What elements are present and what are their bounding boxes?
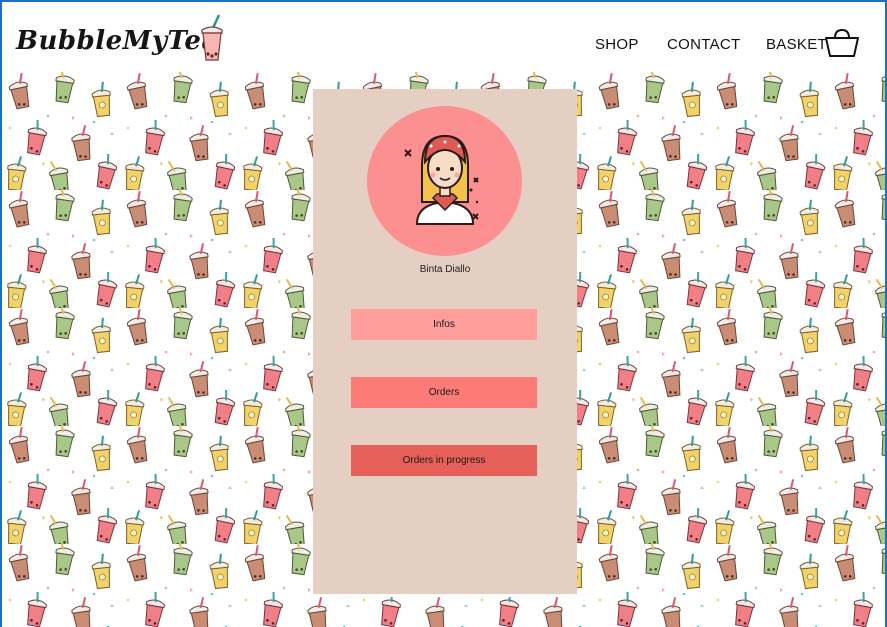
orders-button[interactable]: Orders xyxy=(351,377,537,408)
infos-button[interactable]: Infos xyxy=(351,309,537,340)
brand-logo[interactable]: BubbleMyTea xyxy=(16,26,219,56)
nav-basket-link[interactable]: BASKET xyxy=(766,36,827,53)
basket-icon[interactable] xyxy=(824,28,860,58)
app-window: BubbleMyTea SHOP CONTACT BASKET Binta Di… xyxy=(0,0,887,627)
nav-contact-link[interactable]: CONTACT xyxy=(667,36,740,53)
profile-username: Binta Diallo xyxy=(419,264,471,275)
orders-in-progress-button[interactable]: Orders in progress xyxy=(351,445,537,476)
bubble-tea-cup-icon xyxy=(201,14,223,61)
site-header: BubbleMyTea SHOP CONTACT BASKET xyxy=(2,2,885,72)
profile-panel: Binta Diallo Infos Orders Orders in prog… xyxy=(313,89,577,597)
girl-avatar-icon xyxy=(404,134,479,225)
avatar xyxy=(367,106,522,256)
nav-shop-link[interactable]: SHOP xyxy=(595,36,639,53)
